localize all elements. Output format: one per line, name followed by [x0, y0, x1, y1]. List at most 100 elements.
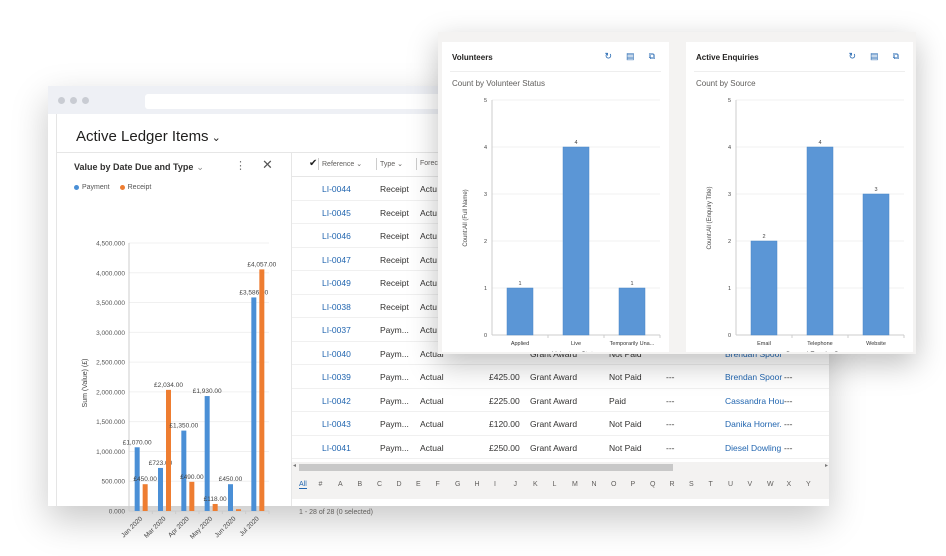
- alpha-filter-x[interactable]: X: [787, 481, 792, 488]
- select-all-checkbox[interactable]: ✔: [309, 158, 317, 169]
- table-row[interactable]: LI-0039 Paym... Actual £425.00 Grant Award No…: [292, 365, 829, 389]
- cell-reference[interactable]: LI-0041: [322, 443, 351, 453]
- alpha-filter-u[interactable]: U: [728, 481, 733, 488]
- bar-receipt: [212, 503, 218, 511]
- refresh-icon[interactable]: ↻: [605, 51, 613, 62]
- legend-swatch: [119, 184, 125, 190]
- alpha-filter-o[interactable]: O: [611, 481, 616, 488]
- divider: [450, 71, 661, 72]
- scroll-left-icon[interactable]: ◂: [293, 462, 296, 469]
- y-tick-label: 4: [728, 145, 731, 151]
- alpha-filter-d[interactable]: D: [397, 481, 402, 488]
- alpha-filter-r[interactable]: R: [670, 481, 675, 488]
- cell-reference[interactable]: LI-0044: [322, 184, 351, 194]
- cell-contact[interactable]: Brendan Spoor: [725, 372, 782, 382]
- cell-reference[interactable]: LI-0039: [322, 372, 351, 382]
- legend-item-payment[interactable]: Payment: [74, 184, 110, 191]
- cell-status: Not Paid: [609, 442, 642, 453]
- x-tick-label: Website: [866, 341, 886, 347]
- ledger-bar-chart: 0.000 500.000 1,000.000 1,500.000 2,000.000 2…: [82, 241, 277, 541]
- column-header-forecast[interactable]: Forec: [416, 158, 438, 170]
- alpha-filter-all[interactable]: All: [299, 481, 307, 489]
- x-tick-label: Email: [757, 341, 771, 347]
- cell-forecast: Actu: [420, 254, 438, 265]
- y-tick-label: 1: [484, 286, 487, 292]
- column-header-reference[interactable]: Reference ⌄: [317, 158, 362, 170]
- expand-icon[interactable]: ⧉: [893, 51, 899, 62]
- cell-forecast: Actu: [420, 231, 438, 241]
- alpha-filter-hash[interactable]: #: [319, 481, 323, 488]
- bar-payment: [228, 484, 233, 511]
- alpha-filter-m[interactable]: M: [572, 481, 578, 488]
- view-selector[interactable]: Active Ledger Items ⌄: [76, 128, 221, 145]
- cell-reference[interactable]: LI-0049: [322, 278, 351, 288]
- alpha-filter-y[interactable]: Y: [806, 481, 811, 488]
- bar: [562, 146, 590, 336]
- export-icon[interactable]: ▤: [626, 51, 635, 62]
- y-tick-label: 500.000: [102, 479, 126, 486]
- y-tick-label: 1: [728, 286, 731, 292]
- data-label: 4: [818, 140, 821, 146]
- alpha-filter-a[interactable]: A: [338, 481, 343, 488]
- cell-reference[interactable]: LI-0038: [322, 302, 351, 312]
- alpha-filter-p[interactable]: P: [631, 481, 636, 488]
- close-icon[interactable]: ✕: [262, 157, 273, 173]
- alpha-filter-i[interactable]: I: [494, 481, 496, 488]
- alpha-filter-v[interactable]: V: [748, 481, 753, 488]
- card-subtitle: Count by Source: [696, 79, 756, 88]
- y-tick-label: 5: [484, 98, 487, 104]
- alpha-filter-l[interactable]: L: [553, 481, 557, 488]
- cell-forecast: Actu: [420, 301, 438, 312]
- export-icon[interactable]: ▤: [870, 51, 879, 62]
- dashboard-panel: Volunteers ↻ ▤ ⧉ Count by Volunteer Stat…: [438, 32, 916, 354]
- cell-reference[interactable]: LI-0040: [322, 349, 351, 359]
- alpha-filter-t[interactable]: T: [709, 481, 713, 488]
- alpha-filter-e[interactable]: E: [416, 481, 421, 488]
- refresh-icon[interactable]: ↻: [849, 51, 857, 62]
- cell-contact[interactable]: Danika Horner.: [725, 419, 782, 429]
- cell-type: Receipt: [380, 301, 409, 312]
- alpha-filter-q[interactable]: Q: [650, 481, 655, 488]
- cell-reference[interactable]: LI-0046: [322, 231, 351, 241]
- alpha-filter-c[interactable]: C: [377, 481, 382, 488]
- column-header-type[interactable]: Type ⌄: [376, 158, 403, 170]
- chart-selector[interactable]: Value by Date Due and Type ⌄: [74, 162, 204, 173]
- y-axis-title: Count:All (Full Name): [463, 189, 469, 246]
- bar: [862, 193, 890, 336]
- scroll-right-icon[interactable]: ▸: [825, 462, 828, 469]
- cell-reference[interactable]: LI-0037: [322, 325, 351, 335]
- cell-category: Grant Award: [530, 395, 578, 406]
- y-tick-label: 1,500.000: [96, 419, 125, 426]
- horizontal-scrollbar[interactable]: ◂ ▸: [292, 462, 829, 472]
- alpha-filter-k[interactable]: K: [533, 481, 538, 488]
- scrollbar-thumb[interactable]: [299, 464, 673, 471]
- cell-value: £425.00: [489, 372, 520, 382]
- cell-type: Paym...: [380, 419, 409, 429]
- cell-reference[interactable]: LI-0042: [322, 396, 351, 406]
- alpha-filter-g[interactable]: G: [455, 481, 460, 488]
- cell-reference[interactable]: LI-0047: [322, 255, 351, 265]
- cell-reference[interactable]: LI-0045: [322, 208, 351, 218]
- table-row[interactable]: LI-0043 Paym... Actual £120.00 Grant Award No…: [292, 412, 829, 436]
- alpha-filter-s[interactable]: S: [689, 481, 694, 488]
- cell-type: Receipt: [380, 184, 409, 194]
- bar-receipt: [142, 484, 148, 511]
- alpha-filter-w[interactable]: W: [767, 481, 774, 488]
- cell-more: ---: [784, 372, 793, 382]
- expand-icon[interactable]: ⧉: [649, 51, 655, 62]
- alpha-filter-n[interactable]: N: [592, 481, 597, 488]
- table-row[interactable]: LI-0041 Paym... Actual £250.00 Grant Award No…: [292, 436, 829, 459]
- column-label: Type: [380, 161, 396, 168]
- more-options-icon[interactable]: ⋮: [235, 159, 246, 172]
- cell-reference[interactable]: LI-0043: [322, 419, 351, 429]
- window-dot: [70, 97, 77, 104]
- legend-item-receipt[interactable]: Receipt: [119, 184, 151, 191]
- alpha-filter-h[interactable]: H: [475, 481, 480, 488]
- alpha-filter-j[interactable]: J: [514, 481, 518, 488]
- alpha-filter-b[interactable]: B: [358, 481, 363, 488]
- table-row[interactable]: LI-0042 Paym... Actual £225.00 Grant Award Pa…: [292, 389, 829, 412]
- cell-contact[interactable]: Cassandra Hou: [725, 396, 784, 406]
- data-label: £1,070.00: [123, 439, 152, 446]
- cell-contact[interactable]: Diesel Dowling: [725, 443, 781, 453]
- alpha-filter-f[interactable]: F: [436, 481, 440, 488]
